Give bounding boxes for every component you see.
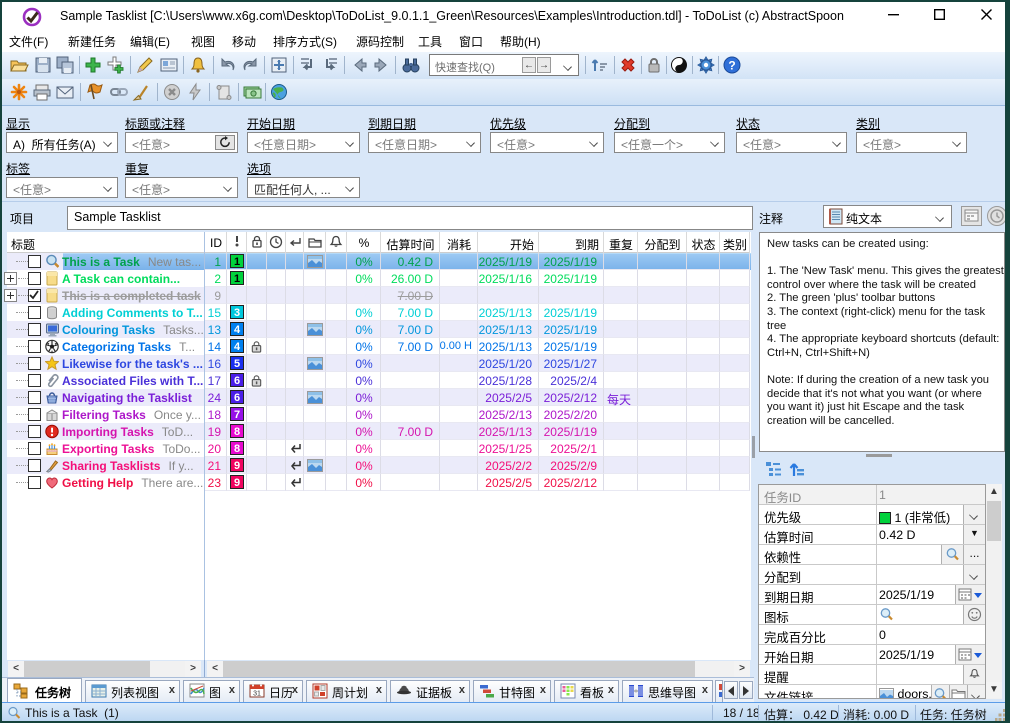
svg-text:31: 31	[253, 691, 261, 698]
svg-text:?: ?	[728, 59, 735, 73]
